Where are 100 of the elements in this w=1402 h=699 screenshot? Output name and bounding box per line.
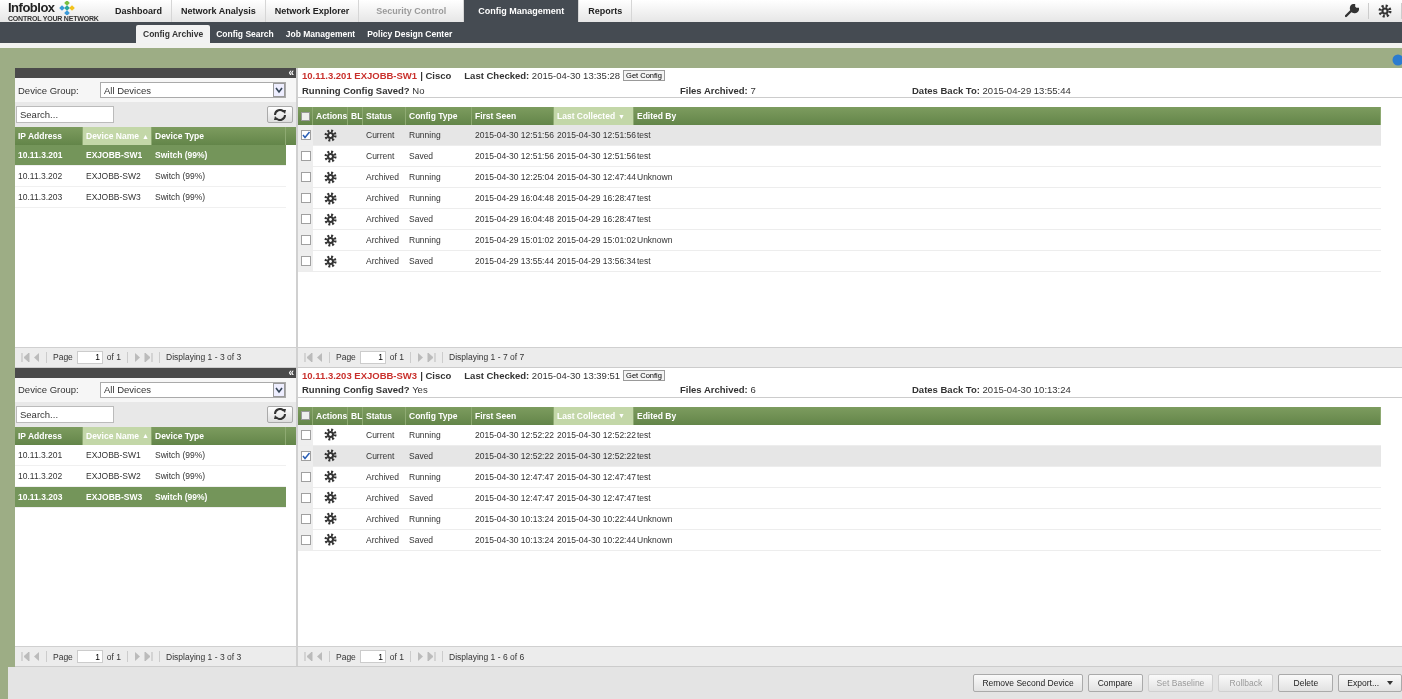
last-page-icon[interactable]	[427, 352, 437, 362]
first-page-icon[interactable]	[21, 352, 30, 362]
gear-icon[interactable]	[324, 449, 337, 462]
collapse-button[interactable]: «	[286, 367, 296, 378]
checkbox[interactable]	[300, 534, 311, 545]
table-cell-text: Saved	[408, 214, 435, 224]
gear-icon[interactable]	[324, 254, 337, 268]
last-page-icon[interactable]	[144, 652, 154, 661]
next-page-icon[interactable]	[417, 652, 424, 661]
table-cell-text: Archived	[365, 513, 401, 524]
sub-tab[interactable]: Config Archive	[136, 25, 211, 43]
last-page-icon[interactable]	[144, 352, 154, 362]
checkbox[interactable]	[300, 111, 310, 121]
previous-page-icon[interactable]	[34, 352, 40, 362]
pager-status: Displaying 1 - 6 of 6	[449, 651, 525, 662]
search-field[interactable]: Search...	[16, 106, 114, 123]
refresh-button[interactable]	[267, 405, 293, 423]
device-group-dropdown[interactable]: All Devices	[100, 82, 286, 98]
previous-page-icon[interactable]	[317, 352, 323, 362]
table-cell-text: 2015-04-30 12:25:04	[474, 172, 554, 182]
gear-icon[interactable]	[324, 128, 337, 142]
gear-icon[interactable]	[324, 491, 337, 504]
page-field[interactable]: 1	[76, 650, 103, 663]
first-page-icon[interactable]	[304, 652, 313, 661]
table-row[interactable]: Archived Saved 2015-04-29 16:04:48 2015-04-29 16:28:47test	[298, 209, 1381, 230]
action-button[interactable]: Remove Second Device	[973, 674, 1083, 692]
table-cell-text: Switch (99%)	[154, 470, 207, 481]
menu-button[interactable]: Export...	[1338, 674, 1402, 692]
column-header[interactable]: Actions	[313, 406, 348, 425]
checkbox[interactable]	[300, 214, 311, 224]
settings-icon[interactable]	[1378, 4, 1392, 18]
table-row[interactable]: Archived Saved 2015-04-30 12:47:47 2015-04-30 12:47:47test	[298, 487, 1381, 509]
gear-icon[interactable]	[324, 470, 337, 483]
search-field[interactable]: Search...	[16, 405, 114, 423]
sub-tab[interactable]: Policy Design Center	[361, 25, 459, 43]
last-page-icon[interactable]	[427, 652, 437, 661]
collapse-button[interactable]: «	[286, 68, 296, 78]
page-field[interactable]: 1	[359, 650, 386, 663]
gear-icon[interactable]	[324, 533, 337, 546]
table-row[interactable]: Archived Running 2015-04-30 12:25:04 2015-04-30 12:47:44Unknown	[298, 167, 1381, 188]
gear-icon[interactable]	[324, 170, 337, 184]
table-row[interactable]: Archived Running 2015-04-29 15:01:02 2015-04-29 15:01:02Unknown	[298, 230, 1381, 251]
checkbox[interactable]	[300, 235, 311, 245]
table-row[interactable]: Current Running 2015-04-30 12:51:56 2015-04-30 12:51:56test	[298, 125, 1381, 146]
table-cell-text: Running	[408, 172, 442, 182]
table-row[interactable]: Archived Saved 2015-04-29 13:55:44 2015-04-29 13:56:34test	[298, 251, 1381, 272]
table-cell-text: 2015-04-29 16:28:47	[556, 193, 634, 203]
page-field[interactable]: 1	[359, 350, 386, 364]
checkbox[interactable]	[300, 471, 311, 482]
table-row[interactable]: Current Saved 2015-04-30 12:52:22 2015-04-30 12:52:22test	[298, 445, 1381, 467]
gear-icon[interactable]	[324, 428, 337, 441]
first-page-icon[interactable]	[304, 352, 313, 362]
checkbox[interactable]	[300, 513, 311, 524]
action-button[interactable]: Delete	[1278, 674, 1334, 692]
device-title: 10.11.3.203 EXJOBB-SW3	[302, 369, 418, 381]
table-cell-text: Unknown	[636, 172, 674, 182]
device-group-dropdown[interactable]: All Devices	[100, 381, 286, 398]
checkbox[interactable]	[300, 450, 311, 461]
sub-tab[interactable]: Job Management	[279, 25, 362, 43]
pager-label: Page	[53, 651, 73, 662]
checkbox[interactable]	[300, 172, 311, 182]
table-row[interactable]: Archived Saved 2015-04-30 10:13:24 2015-04-30 10:22:44Unknown	[298, 529, 1381, 551]
checkbox[interactable]	[300, 193, 311, 203]
table-cell-text: Switch (99%)	[154, 171, 207, 181]
table-row[interactable]: Archived Running 2015-04-29 16:04:48 2015-04-29 16:28:47test	[298, 188, 1381, 209]
table-row[interactable]: Current Running 2015-04-30 12:52:22 2015-04-30 12:52:22test	[298, 424, 1381, 446]
next-page-icon[interactable]	[417, 352, 424, 362]
column-header[interactable]: BL	[348, 406, 363, 425]
column-header[interactable]: Device Type	[152, 426, 286, 445]
column-header[interactable]: Config Type	[406, 406, 472, 425]
next-page-icon[interactable]	[134, 352, 141, 362]
gear-icon[interactable]	[324, 512, 337, 525]
table-cell-text: 2015-04-30 10:13:24	[474, 534, 554, 545]
gear-icon[interactable]	[324, 212, 337, 226]
wrench-icon[interactable]	[1345, 4, 1359, 18]
table-cell-text: EXJOBB-SW3	[85, 491, 144, 502]
checkbox[interactable]	[300, 411, 310, 420]
table-cell-text: 2015-04-30 12:47:47	[556, 471, 634, 482]
column-header[interactable]: Edited By	[634, 406, 1381, 425]
gear-icon[interactable]	[324, 233, 337, 247]
page-field[interactable]: 1	[76, 350, 103, 364]
first-page-icon[interactable]	[21, 652, 30, 661]
checkbox[interactable]	[300, 151, 311, 161]
column-header[interactable]: Status	[363, 406, 406, 425]
previous-page-icon[interactable]	[34, 652, 40, 661]
checkbox[interactable]	[300, 429, 311, 440]
checkbox[interactable]	[300, 492, 311, 503]
gear-icon[interactable]	[324, 191, 337, 205]
nav-tab[interactable]: Config Management	[464, 0, 580, 22]
previous-page-icon[interactable]	[317, 652, 323, 661]
sub-tab[interactable]: Config Search	[210, 25, 280, 43]
refresh-button[interactable]	[267, 106, 293, 123]
table-row[interactable]: Archived Running 2015-04-30 12:47:47 2015-04-30 12:47:47test	[298, 466, 1381, 488]
gear-icon[interactable]	[324, 149, 337, 163]
next-page-icon[interactable]	[134, 652, 141, 661]
table-row[interactable]: Current Saved 2015-04-30 12:51:56 2015-04-30 12:51:56test	[298, 146, 1381, 167]
table-row[interactable]: Archived Running 2015-04-30 10:13:24 2015-04-30 10:22:44Unknown	[298, 508, 1381, 530]
checkbox[interactable]	[300, 256, 311, 266]
action-button[interactable]: Compare	[1087, 674, 1143, 692]
checkbox[interactable]	[300, 130, 311, 140]
